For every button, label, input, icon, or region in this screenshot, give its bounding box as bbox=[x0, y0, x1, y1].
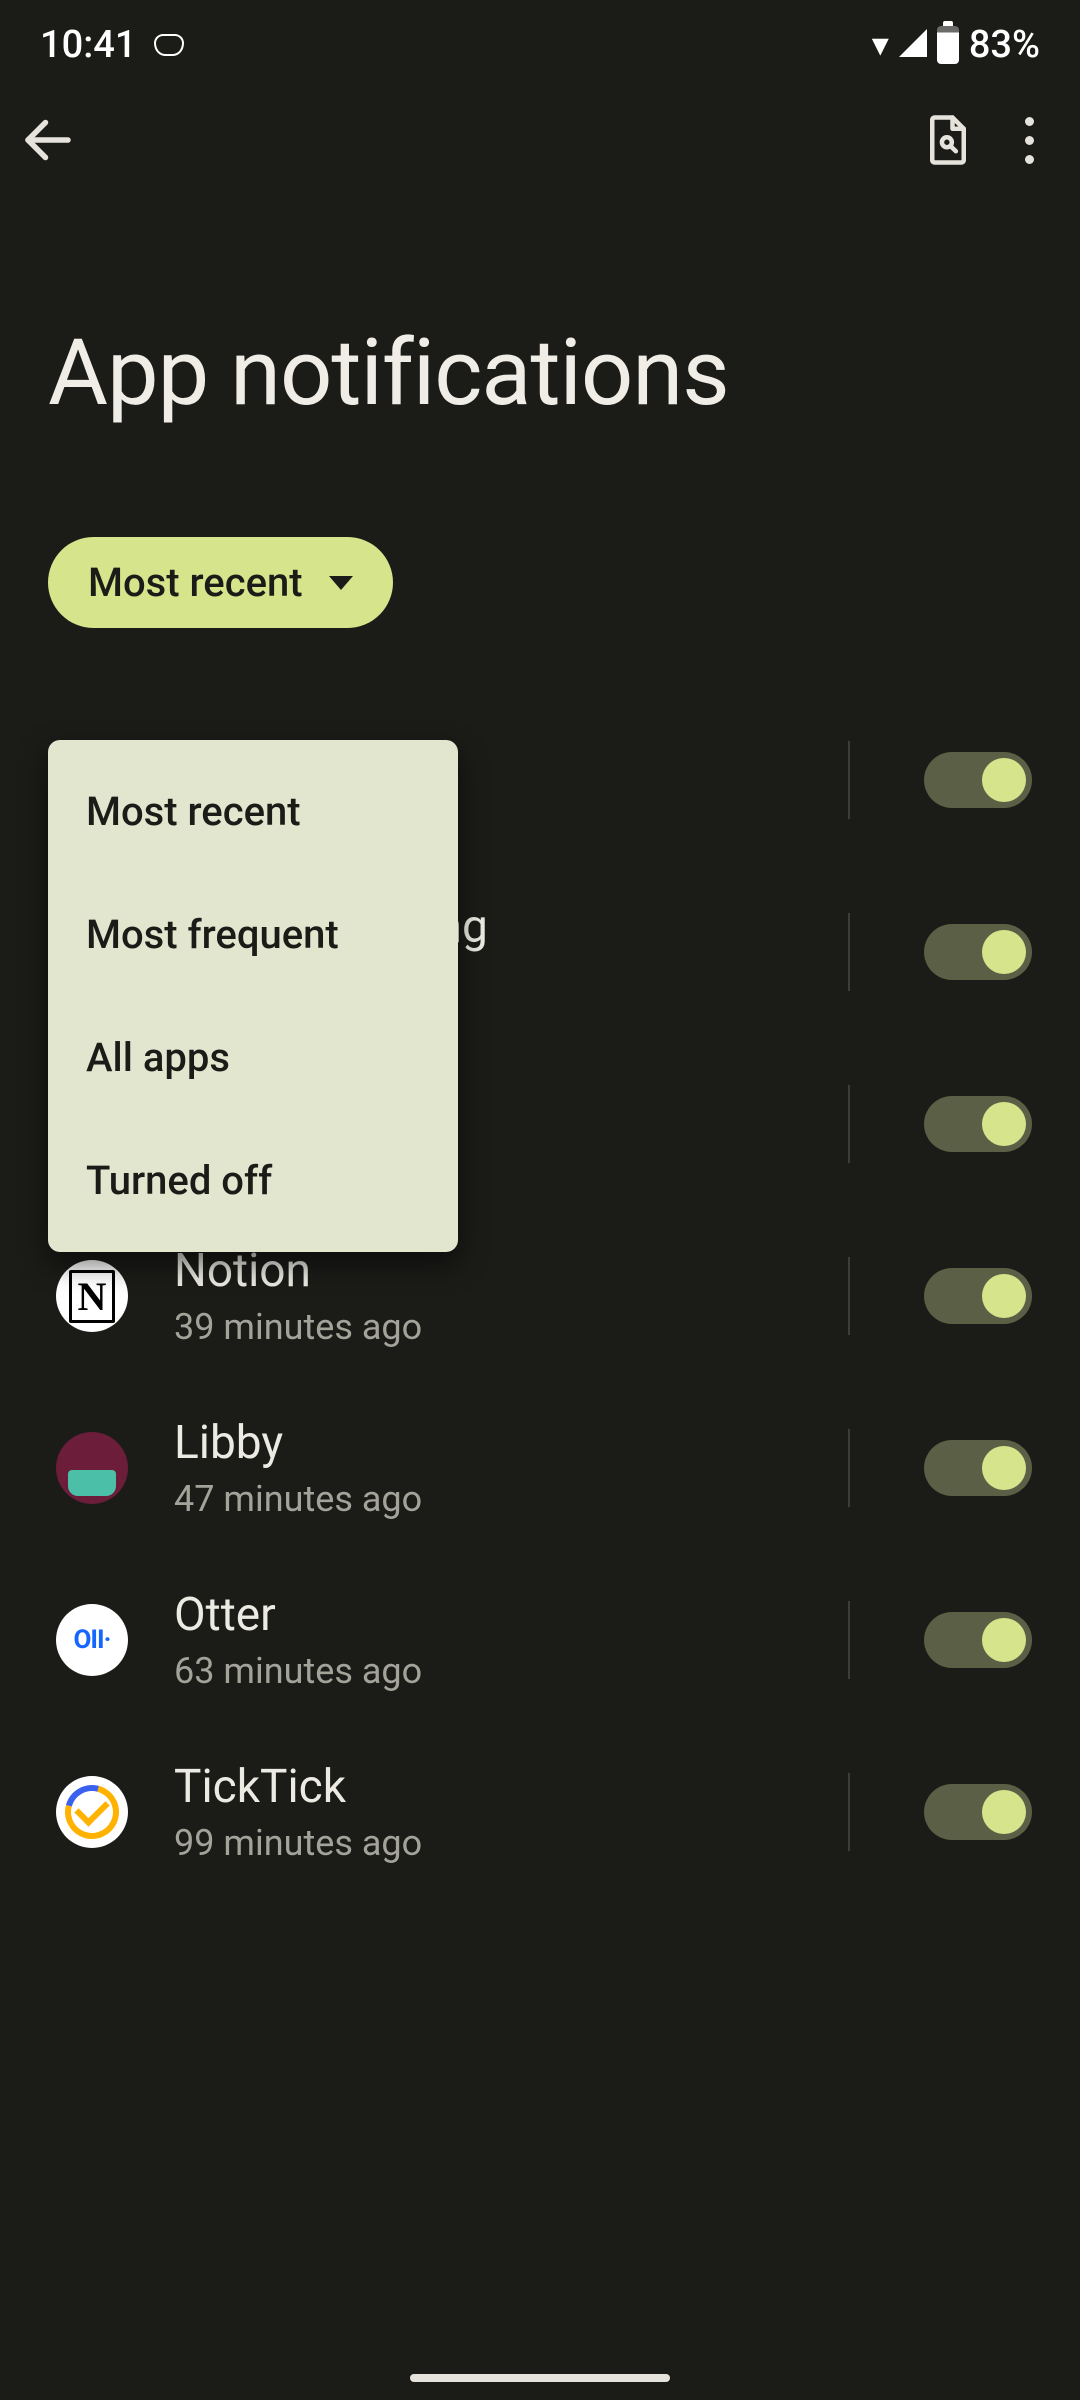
filter-option-most-recent[interactable]: Most recent bbox=[48, 750, 458, 873]
status-bar: 10:41 ▾ 83% bbox=[0, 0, 1080, 90]
status-time: 10:41 bbox=[40, 23, 136, 67]
notification-toggle[interactable] bbox=[924, 752, 1032, 808]
app-icon-ticktick bbox=[56, 1776, 128, 1848]
filter-dropdown-menu: Most recent Most frequent All apps Turne… bbox=[48, 740, 458, 1252]
search-in-page-button[interactable] bbox=[921, 113, 975, 167]
notification-toggle[interactable] bbox=[924, 1096, 1032, 1152]
battery-percent: 83% bbox=[969, 23, 1040, 67]
overflow-menu-button[interactable] bbox=[1017, 111, 1042, 170]
list-item[interactable]: Libby 47 minutes ago bbox=[0, 1382, 1080, 1554]
notification-toggle[interactable] bbox=[924, 1268, 1032, 1324]
wifi-icon: ▾ bbox=[872, 28, 889, 62]
filter-option-turned-off[interactable]: Turned off bbox=[48, 1119, 458, 1242]
cast-icon bbox=[154, 34, 184, 56]
gesture-nav-bar[interactable] bbox=[410, 2374, 670, 2382]
divider bbox=[848, 913, 850, 991]
filter-selected-label: Most recent bbox=[88, 559, 303, 606]
toolbar bbox=[0, 90, 1080, 190]
app-time-label: 63 minutes ago bbox=[174, 1650, 802, 1692]
divider bbox=[848, 1601, 850, 1679]
divider bbox=[848, 1085, 850, 1163]
app-name-label: Notion bbox=[174, 1244, 802, 1298]
notification-toggle[interactable] bbox=[924, 1784, 1032, 1840]
app-time-label: 47 minutes ago bbox=[174, 1478, 802, 1520]
list-item[interactable]: OII· Otter 63 minutes ago bbox=[0, 1554, 1080, 1726]
battery-icon bbox=[937, 26, 959, 64]
chevron-down-icon bbox=[329, 576, 353, 590]
divider bbox=[848, 741, 850, 819]
app-icon-libby bbox=[56, 1432, 128, 1504]
list-item[interactable]: TickTick 99 minutes ago bbox=[0, 1726, 1080, 1898]
app-icon-otter: OII· bbox=[56, 1604, 128, 1676]
app-time-label: 99 minutes ago bbox=[174, 1822, 802, 1864]
notification-toggle[interactable] bbox=[924, 1612, 1032, 1668]
divider bbox=[848, 1429, 850, 1507]
cell-signal-icon bbox=[899, 29, 927, 57]
notification-toggle[interactable] bbox=[924, 924, 1032, 980]
app-time-label: 39 minutes ago bbox=[174, 1306, 802, 1348]
notification-toggle[interactable] bbox=[924, 1440, 1032, 1496]
filter-option-all-apps[interactable]: All apps bbox=[48, 996, 458, 1119]
app-name-label: Otter bbox=[174, 1588, 802, 1642]
app-name-label: Libby bbox=[174, 1416, 802, 1470]
back-button[interactable] bbox=[18, 110, 78, 170]
divider bbox=[848, 1773, 850, 1851]
divider bbox=[848, 1257, 850, 1335]
page-title: App notifications bbox=[0, 190, 1080, 537]
app-icon-notion: N bbox=[56, 1260, 128, 1332]
filter-dropdown-button[interactable]: Most recent bbox=[48, 537, 393, 628]
app-name-label: TickTick bbox=[174, 1760, 802, 1814]
filter-option-most-frequent[interactable]: Most frequent bbox=[48, 873, 458, 996]
